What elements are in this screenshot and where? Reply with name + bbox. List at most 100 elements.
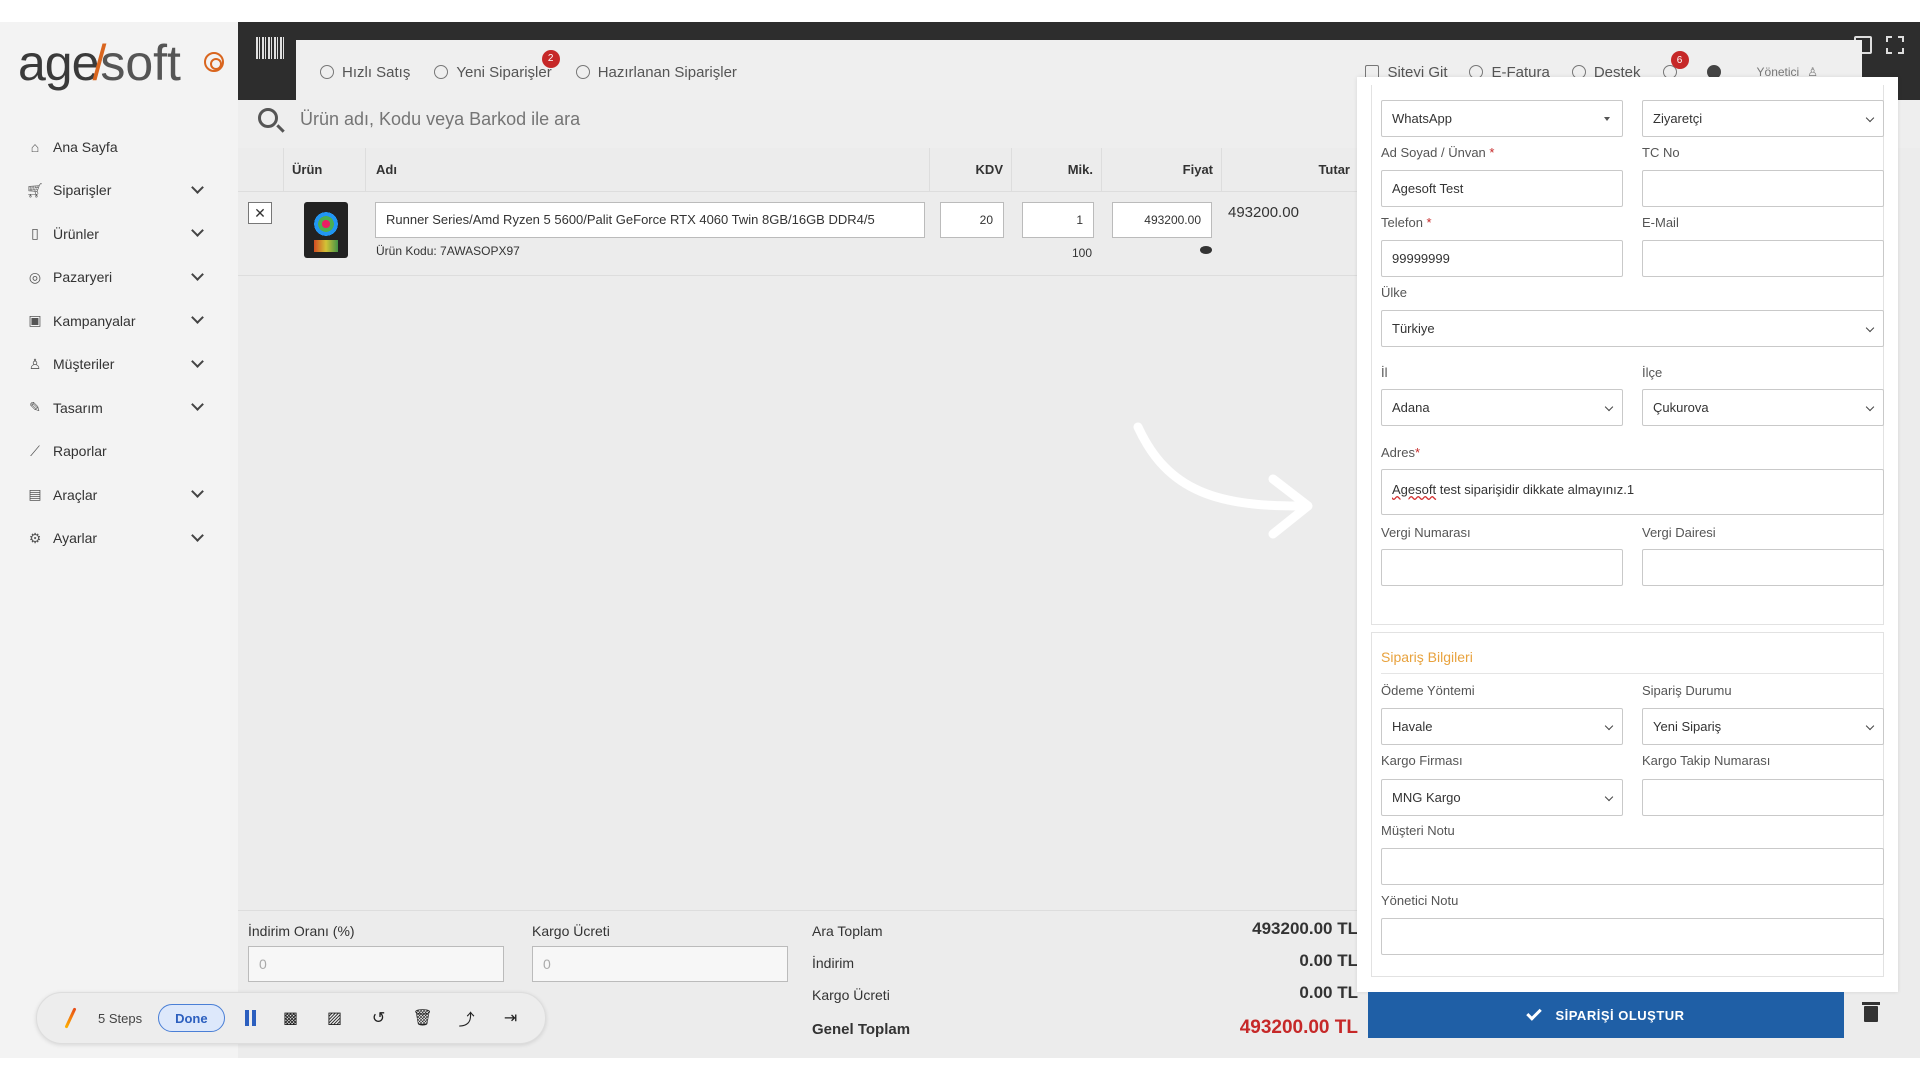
payment-select[interactable]: Havale bbox=[1381, 708, 1623, 745]
recorder-toolbar: 5 Steps Done ▩ ▨ ↺ 🗑︎ ⤴ ⇥ bbox=[36, 992, 546, 1044]
sidebar-item-raporlar[interactable]: ⟋ Raporlar bbox=[0, 430, 238, 474]
sidebar-item-label: Araçlar bbox=[53, 486, 98, 503]
quick-sale-label: Hızlı Satış bbox=[342, 63, 411, 81]
tax-no-label: Vergi Numarası bbox=[1381, 525, 1471, 540]
sidebar-item-araclar[interactable]: ▤ Araçlar bbox=[0, 473, 238, 517]
status-select[interactable]: Yeni Sipariş bbox=[1642, 708, 1884, 745]
tax-no-input[interactable] bbox=[1381, 549, 1623, 586]
shipping-fee-input[interactable]: 0 bbox=[532, 946, 788, 982]
move-up-icon[interactable]: ⤴ bbox=[458, 1009, 476, 1029]
search-input[interactable] bbox=[300, 104, 1200, 134]
sidebar-item-label: Ayarlar bbox=[53, 530, 98, 547]
district-select[interactable]: Çukurova bbox=[1642, 389, 1884, 426]
chevron-down-icon bbox=[191, 528, 204, 542]
discount-row-label: İndirim bbox=[812, 955, 855, 971]
sidebar: age / soft ⌂ Ana Sayfa 🛒︎ Siparişler ▯ Ürü… bbox=[0, 22, 238, 1058]
done-button[interactable]: Done bbox=[158, 1004, 225, 1032]
name-input[interactable]: Agesoft Test bbox=[1381, 170, 1623, 207]
source-select[interactable]: WhatsApp bbox=[1381, 100, 1623, 137]
steps-count: 5 Steps bbox=[98, 1010, 143, 1026]
price-input[interactable]: 493200.00 bbox=[1112, 202, 1212, 238]
sidebar-item-pazaryeri[interactable]: ◎ Pazaryeri bbox=[0, 256, 238, 300]
trash-icon[interactable] bbox=[1862, 1002, 1880, 1022]
sidebar-nav: ⌂ Ana Sayfa 🛒︎ Siparişler ▯ Ürünler ◎ Pa… bbox=[0, 125, 238, 560]
sidebar-item-urunler[interactable]: ▯ Ürünler bbox=[0, 212, 238, 256]
phone-label: Telefon * bbox=[1381, 215, 1432, 230]
skip-icon[interactable]: ⇥ bbox=[502, 1009, 520, 1027]
col-mik: Mik. bbox=[1012, 148, 1102, 192]
customer-card: WhatsApp Ziyaretçi Ad Soyad / Ünvan * TC… bbox=[1371, 85, 1884, 625]
city-select[interactable]: Adana bbox=[1381, 389, 1623, 426]
chevron-down-icon bbox=[191, 354, 204, 368]
tracking-input[interactable] bbox=[1642, 779, 1884, 816]
image-icon[interactable]: ▨ bbox=[326, 1009, 344, 1027]
sidebar-item-ayarlar[interactable]: ⚙ Ayarlar bbox=[0, 517, 238, 561]
customer-note-input[interactable] bbox=[1381, 848, 1884, 885]
pen-icon[interactable] bbox=[64, 1007, 77, 1029]
new-orders-link[interactable]: Yeni Siparişler 2 bbox=[434, 49, 560, 81]
sidebar-item-label: Ürünler bbox=[53, 225, 99, 242]
row-total: 493200.00 bbox=[1228, 204, 1299, 221]
shipping-fee-label: Kargo Ücreti bbox=[532, 923, 610, 939]
phone-input[interactable]: 99999999 bbox=[1381, 240, 1623, 277]
sidebar-item-tasarim[interactable]: ✎ Tasarım bbox=[0, 386, 238, 430]
target-icon[interactable] bbox=[204, 52, 224, 72]
required-mark: * bbox=[1414, 445, 1421, 460]
product-name-input[interactable]: Runner Series/Amd Ryzen 5 5600/Palit GeF… bbox=[375, 202, 925, 238]
pause-icon[interactable] bbox=[244, 1010, 256, 1026]
admin-note-label: Yönetici Notu bbox=[1381, 893, 1459, 908]
discount-rate-input[interactable]: 0 bbox=[248, 946, 504, 982]
tax-office-input[interactable] bbox=[1642, 549, 1884, 586]
col-adi: Adı bbox=[366, 148, 930, 192]
home-icon: ⌂ bbox=[30, 138, 40, 155]
email-input[interactable] bbox=[1642, 240, 1884, 277]
remove-item-button[interactable]: ✕ bbox=[248, 202, 272, 224]
sidebar-item-siparisler[interactable]: 🛒︎ Siparişler bbox=[0, 169, 238, 213]
email-label: E-Mail bbox=[1642, 215, 1679, 230]
sidebar-item-label: Tasarım bbox=[53, 399, 103, 416]
address-textarea[interactable]: Agesoft test siparişidir dikkate almayın… bbox=[1381, 469, 1884, 515]
product-image bbox=[304, 202, 348, 258]
quick-sale-link[interactable]: Hızlı Satış bbox=[320, 64, 410, 81]
city-label: İl bbox=[1381, 365, 1388, 380]
sidebar-item-label: Pazaryeri bbox=[53, 269, 113, 286]
undo-icon[interactable]: ↺ bbox=[370, 1009, 388, 1027]
name-label: Ad Soyad / Ünvan * bbox=[1381, 145, 1494, 160]
cargo-label: Kargo Firması bbox=[1381, 753, 1463, 768]
quick-sale-icon bbox=[320, 65, 334, 79]
cargo-select[interactable]: MNG Kargo bbox=[1381, 779, 1623, 816]
gift-icon: ▣ bbox=[28, 312, 42, 329]
eye-icon[interactable] bbox=[1200, 246, 1212, 254]
sidebar-item-musteriler[interactable]: ♙ Müşteriler bbox=[0, 343, 238, 387]
fullscreen-icon[interactable] bbox=[1886, 36, 1904, 54]
logo: age / soft bbox=[18, 35, 181, 92]
shipping-row-label: Kargo Ücreti bbox=[812, 987, 890, 1003]
clipboard-icon: ▤ bbox=[28, 486, 42, 503]
barcode-icon[interactable] bbox=[256, 37, 284, 59]
chevron-down-icon bbox=[191, 267, 204, 281]
notifications-badge: 6 bbox=[1670, 51, 1689, 69]
create-order-label: SİPARİŞİ OLUŞTUR bbox=[1555, 1007, 1685, 1023]
tc-input[interactable] bbox=[1642, 170, 1884, 207]
blur-icon[interactable]: ▩ bbox=[282, 1009, 300, 1027]
customer-type-select[interactable]: Ziyaretçi bbox=[1642, 100, 1884, 137]
quantity-input[interactable]: 1 bbox=[1022, 202, 1094, 238]
country-label: Ülke bbox=[1381, 285, 1408, 300]
new-orders-badge: 2 bbox=[541, 49, 560, 68]
store-icon: ◎ bbox=[28, 268, 42, 285]
kdv-input[interactable]: 20 bbox=[940, 202, 1004, 238]
prepared-orders-link[interactable]: Hazırlanan Siparişler bbox=[575, 64, 737, 81]
discount-amount: 0.00 TL bbox=[1299, 951, 1358, 970]
admin-note-input[interactable] bbox=[1381, 918, 1884, 955]
sidebar-item-label: Kampanyalar bbox=[53, 312, 136, 329]
trash-icon[interactable]: 🗑︎ bbox=[412, 1009, 432, 1027]
address-rest: test siparişidir dikkate almayınız.1 bbox=[1436, 482, 1635, 497]
country-select[interactable]: Türkiye bbox=[1381, 310, 1884, 347]
create-order-button[interactable]: SİPARİŞİ OLUŞTUR bbox=[1368, 992, 1844, 1038]
sidebar-item-label: Müşteriler bbox=[53, 356, 115, 373]
sidebar-item-kampanyalar[interactable]: ▣ Kampanyalar bbox=[0, 299, 238, 343]
required-mark: * bbox=[1426, 215, 1432, 230]
subtotal-value: 493200.00 TL bbox=[1252, 919, 1358, 938]
status-label: Sipariş Durumu bbox=[1642, 683, 1732, 698]
sidebar-item-ana-sayfa[interactable]: ⌂ Ana Sayfa bbox=[0, 125, 238, 169]
